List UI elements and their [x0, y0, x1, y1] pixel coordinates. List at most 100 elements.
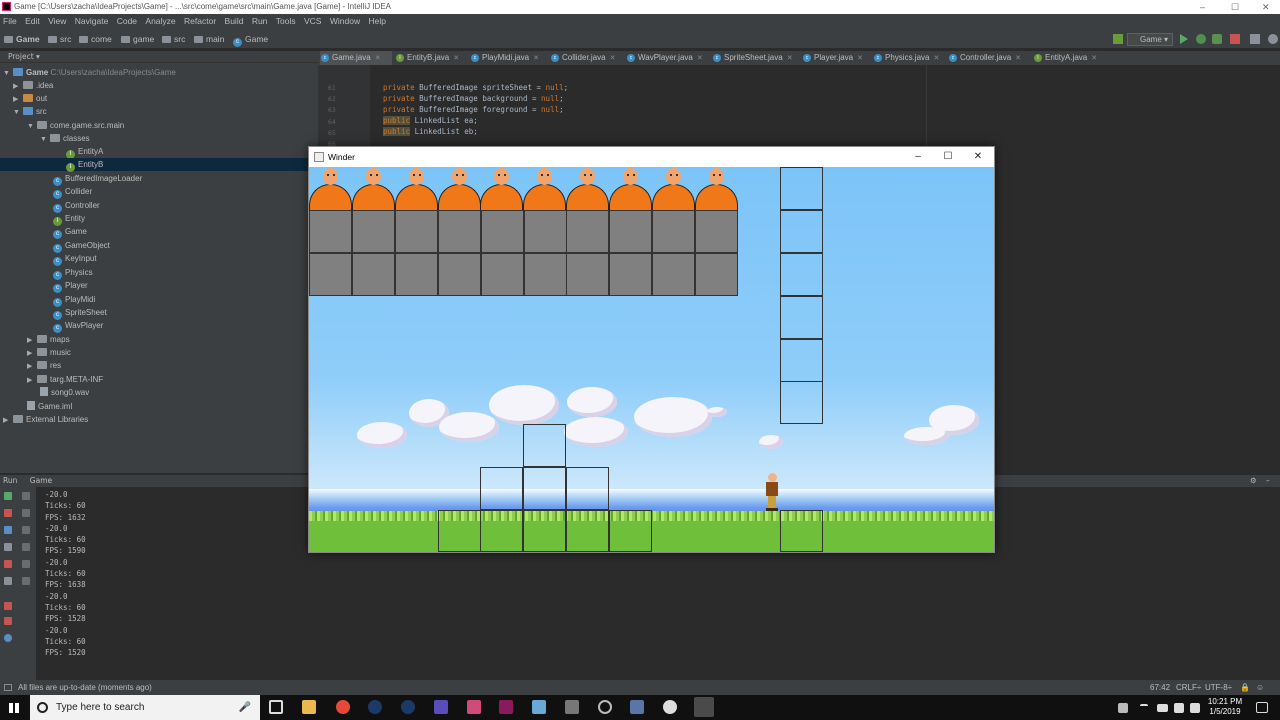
- tree-item-playmidi[interactable]: c PlayMidi: [53, 293, 95, 307]
- tab-spritesheet-java[interactable]: c SpriteSheet.java ✕: [712, 51, 804, 65]
- debug-icon[interactable]: [1196, 34, 1206, 44]
- windows-start-icon[interactable]: [9, 703, 19, 713]
- menu-run[interactable]: Run: [249, 14, 271, 29]
- scroll-to-end-icon[interactable]: [22, 543, 30, 551]
- tree-item-classes[interactable]: ▼ classes: [40, 132, 90, 145]
- tree-item-maps[interactable]: ▶ maps: [27, 333, 70, 346]
- menu-help[interactable]: Help: [365, 14, 388, 29]
- menu-navigate[interactable]: Navigate: [72, 14, 112, 29]
- taskbar-clock[interactable]: 10:21 PM 1/5/2019: [1200, 697, 1250, 717]
- microphone-icon[interactable]: 🎤: [239, 695, 251, 720]
- tree-item-physics[interactable]: c Physics: [53, 266, 93, 280]
- tree-item-package[interactable]: ▼ come.game.src.main: [27, 119, 124, 132]
- battery-icon[interactable]: [1157, 704, 1168, 712]
- tree-item-game-iml[interactable]: Game.iml: [27, 400, 72, 413]
- scroll-up-icon[interactable]: [22, 492, 30, 500]
- game-window-title-bar[interactable]: Winder – ☐ ✕: [309, 147, 994, 167]
- menu-code[interactable]: Code: [114, 14, 140, 29]
- menu-edit[interactable]: Edit: [22, 14, 43, 29]
- pin-icon[interactable]: [4, 602, 12, 610]
- project-structure-icon[interactable]: [1250, 34, 1260, 44]
- tree-item-controller[interactable]: c Controller: [53, 199, 100, 213]
- soft-wrap-icon[interactable]: [22, 526, 30, 534]
- editor-scrollbar[interactable]: [1270, 65, 1280, 475]
- close-icon[interactable]: ✕: [697, 55, 703, 62]
- ide-minimize-button[interactable]: –: [1200, 0, 1205, 14]
- close-icon[interactable]: ✕: [610, 55, 616, 62]
- steam-icon[interactable]: [368, 700, 382, 714]
- print-icon[interactable]: [22, 560, 30, 568]
- inspector-icon[interactable]: ☺: [1256, 680, 1264, 695]
- menu-vcs[interactable]: VCS: [301, 14, 324, 29]
- help-icon[interactable]: [4, 634, 12, 642]
- close-icon[interactable]: ✕: [857, 55, 863, 62]
- scroll-down-icon[interactable]: [22, 509, 30, 517]
- game-maximize-button[interactable]: ☐: [933, 147, 963, 167]
- chrome-icon[interactable]: [336, 700, 350, 714]
- close-icon[interactable]: ✕: [1015, 55, 1021, 62]
- tree-item-out[interactable]: ▶ out: [13, 92, 47, 105]
- coverage-icon[interactable]: [1212, 34, 1222, 44]
- tab-collider-java[interactable]: c Collider.java ✕: [550, 51, 628, 65]
- tree-item-player[interactable]: c Player: [53, 279, 88, 293]
- close-icon[interactable]: ✕: [453, 55, 459, 62]
- close-icon[interactable]: ✕: [787, 55, 793, 62]
- app-icon[interactable]: [434, 700, 448, 714]
- menu-analyze[interactable]: Analyze: [142, 14, 178, 29]
- tree-item-idea[interactable]: ▶ .idea: [13, 79, 53, 92]
- volume-icon[interactable]: [1190, 703, 1200, 713]
- menu-view[interactable]: View: [45, 14, 69, 29]
- steam-icon-2[interactable]: [401, 700, 415, 714]
- app-icon[interactable]: [467, 700, 481, 714]
- tree-item-entity[interactable]: I Entity: [53, 212, 85, 226]
- taskbar-search[interactable]: Type here to search 🎤: [30, 695, 260, 720]
- menu-tools[interactable]: Tools: [273, 14, 299, 29]
- tree-item-music[interactable]: ▶ music: [27, 346, 71, 359]
- stop-icon[interactable]: [1230, 34, 1240, 44]
- tree-item-game-root[interactable]: ▼ Game C:\Users\zacha\IdeaProjects\Game: [3, 66, 176, 79]
- console-output[interactable]: -20.0 Ticks: 60 FPS: 1632 -20.0 Ticks: 6…: [45, 489, 86, 658]
- exit-icon[interactable]: [4, 560, 12, 568]
- tree-item-meta-inf[interactable]: ▶ targ.META-INF: [27, 373, 103, 386]
- java-taskbar-icon[interactable]: [694, 697, 714, 717]
- build-icon[interactable]: [1113, 34, 1123, 44]
- close-icon[interactable]: ✕: [1091, 55, 1097, 62]
- file-explorer-icon[interactable]: [302, 700, 316, 714]
- people-icon[interactable]: [1118, 703, 1128, 713]
- layout-icon[interactable]: [4, 577, 12, 585]
- notification-icon[interactable]: [1256, 702, 1268, 713]
- tab-entitya-java[interactable]: I EntityA.java ✕: [1033, 51, 1115, 65]
- gear-icon[interactable]: ⚙: [1250, 475, 1257, 487]
- rerun-icon[interactable]: [4, 492, 12, 500]
- breadcrumb-game-class[interactable]: c Game: [233, 29, 268, 49]
- app-icon[interactable]: [532, 700, 546, 714]
- game-minimize-button[interactable]: –: [903, 147, 933, 167]
- close-icon[interactable]: ✕: [375, 55, 381, 62]
- intellij-taskbar-icon[interactable]: [499, 700, 513, 714]
- tree-item-gameobject[interactable]: c GameObject: [53, 239, 110, 253]
- lock-icon[interactable]: 🔒: [1240, 680, 1250, 695]
- breadcrumb-main[interactable]: main: [194, 29, 224, 49]
- breadcrumb-src[interactable]: src: [48, 29, 71, 49]
- game-canvas[interactable]: [309, 167, 994, 552]
- breadcrumb-game[interactable]: Game: [4, 29, 40, 49]
- stop-icon[interactable]: [4, 509, 12, 517]
- tree-item-collider[interactable]: c Collider: [53, 185, 92, 199]
- tree-item-src[interactable]: ▼ src: [13, 105, 47, 118]
- caret-position[interactable]: 67:42: [1150, 680, 1170, 695]
- tree-item-game[interactable]: c Game: [53, 225, 87, 239]
- menu-refactor[interactable]: Refactor: [181, 14, 219, 29]
- run-panel-label[interactable]: Run: [3, 476, 17, 485]
- task-view-icon[interactable]: [269, 700, 283, 714]
- run-config-select[interactable]: Game ▾: [1127, 33, 1173, 46]
- app-icon[interactable]: [565, 700, 579, 714]
- breadcrumb-come[interactable]: come: [79, 29, 112, 49]
- ide-maximize-button[interactable]: ☐: [1231, 0, 1239, 14]
- panel-toggle-icon[interactable]: [4, 684, 12, 691]
- close-icon[interactable]: ✕: [533, 55, 539, 62]
- tab-playmidi-java[interactable]: c PlayMidi.java ✕: [470, 51, 552, 65]
- tree-item-keyinput[interactable]: c KeyInput: [53, 252, 97, 266]
- menu-file[interactable]: File: [0, 14, 20, 29]
- ide-close-button[interactable]: ✕: [1262, 0, 1270, 14]
- tab-controller-java[interactable]: c Controller.java ✕: [948, 51, 1034, 65]
